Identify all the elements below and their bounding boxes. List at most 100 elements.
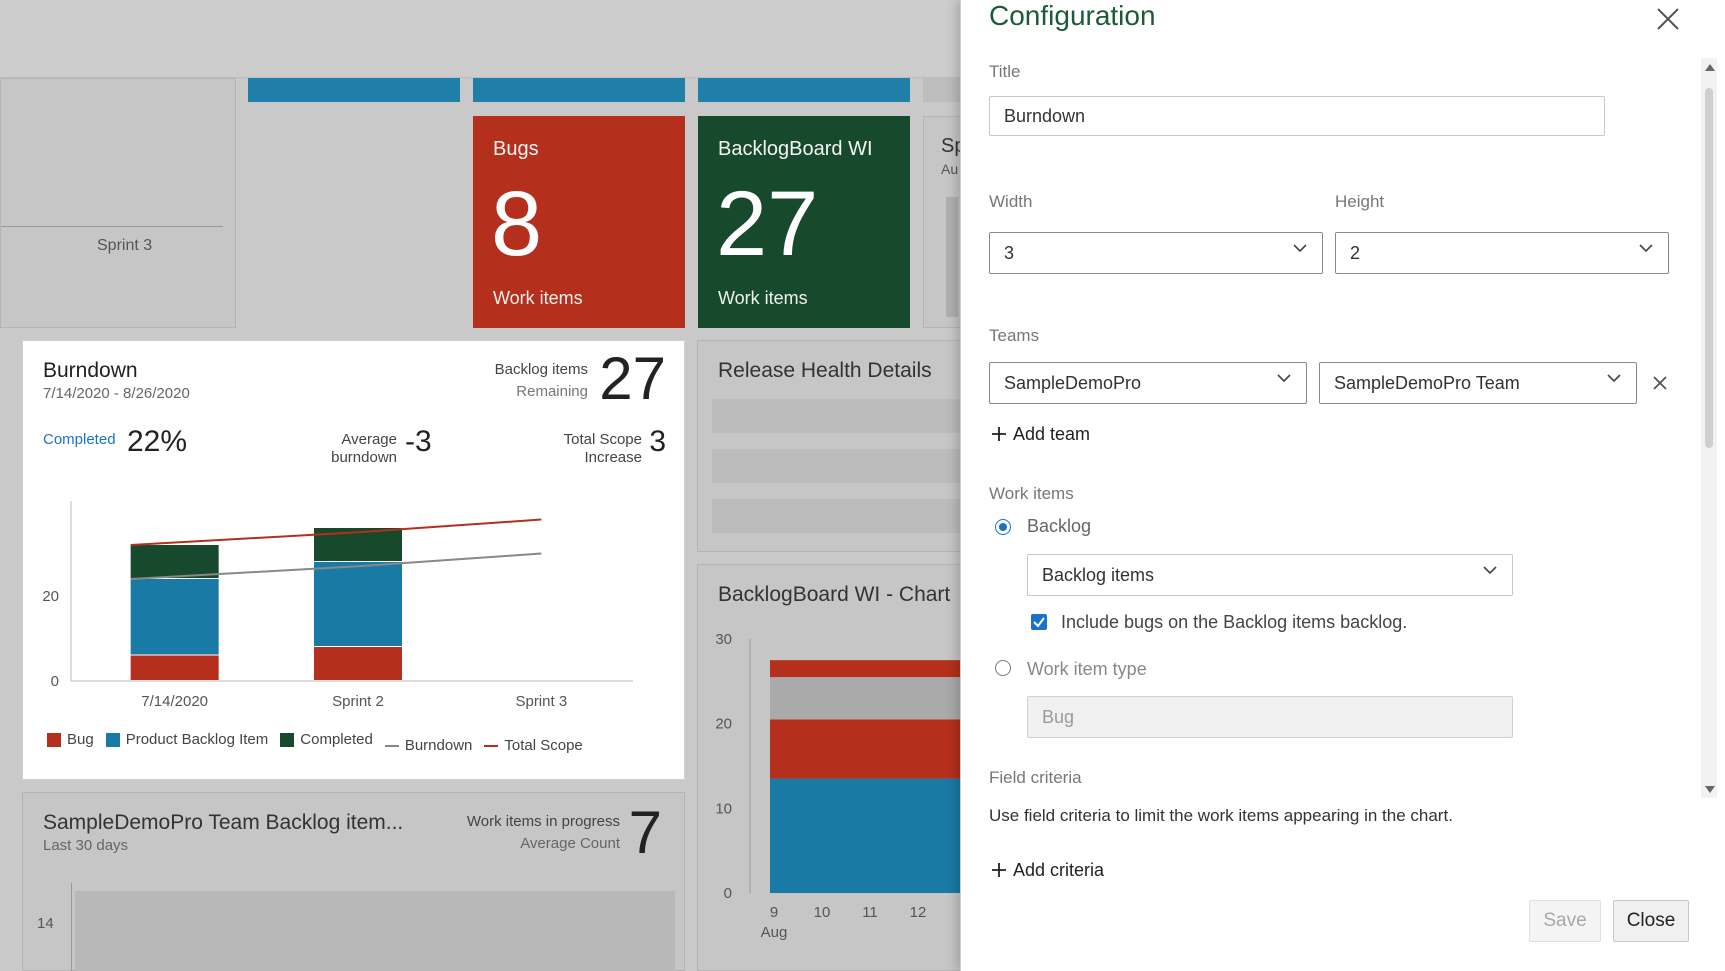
panel-title: Configuration (989, 0, 1156, 31)
x-sub-label: Aug (761, 924, 788, 941)
remaining-value: 27 (599, 345, 666, 412)
project-select[interactable]: SampleDemoPro (989, 362, 1307, 404)
legend-swatch (384, 744, 399, 747)
bugs-tile-sub: Work items (493, 288, 583, 308)
width-value: 3 (1004, 243, 1015, 263)
backlog-option-label: Backlog (1027, 516, 1092, 536)
remove-team-icon[interactable] (1651, 374, 1669, 392)
remaining-label-1: Backlog items (494, 361, 588, 378)
dashboard-header (0, 0, 970, 78)
team-select[interactable]: SampleDemoPro Team (1319, 362, 1637, 404)
completed-label: Completed (43, 431, 116, 448)
backlog-select[interactable]: Backlog items (1027, 554, 1513, 596)
chevron-down-icon (1483, 566, 1497, 575)
work-item-type-label: Work item type (1027, 659, 1147, 679)
backlog-wi-chart: 0 10 20 30 9 10 11 12 Aug (715, 631, 978, 941)
scroll-down-icon[interactable] (1705, 786, 1715, 793)
bar-segment (770, 719, 978, 779)
add-criteria-label: Add criteria (1013, 859, 1105, 880)
legend-label: Total Scope (504, 737, 583, 754)
close-button[interactable]: Close (1613, 900, 1689, 942)
legend-swatch (47, 732, 61, 747)
save-button[interactable]: Save (1529, 900, 1601, 942)
bar-segment (130, 579, 219, 655)
scope-label-1: Total Scope (563, 431, 642, 448)
remaining-label-2: Remaining (516, 383, 588, 400)
avg-value: -3 (405, 425, 432, 458)
backlog-chart-tile[interactable]: BacklogBoard WI - Chart 0 10 20 30 9 10 11 12 Au… (697, 564, 978, 971)
configuration-panel: Configuration Title Width 3 Height 2 Tea… (960, 0, 1725, 971)
burndown-tile[interactable]: Burndown 7/14/2020 - 8/26/2020 Backlog i… (22, 340, 685, 780)
height-select[interactable]: 2 (1335, 232, 1669, 274)
release-health-row (712, 499, 976, 533)
width-select[interactable]: 3 (989, 232, 1323, 274)
bar-segment (130, 545, 219, 578)
height-value: 2 (1350, 243, 1361, 263)
plus-icon (992, 863, 1006, 877)
backlog-radio[interactable] (995, 519, 1011, 535)
x-tick-label: 10 (814, 904, 831, 921)
legend-label: Burndown (404, 737, 473, 754)
backlog-select-value: Backlog items (1042, 565, 1155, 585)
tile-strip (248, 78, 460, 102)
team-backlog-title: SampleDemoPro Team Backlog item... (43, 811, 404, 834)
legend-label: Completed (300, 731, 373, 748)
avg-label-1: Average (341, 431, 397, 448)
legend-item: Completed (280, 731, 373, 748)
team-backlog-y-tick: 14 (37, 915, 54, 932)
completed-value: 22% (127, 425, 188, 458)
chevron-down-icon (1277, 374, 1291, 383)
x-tick-label: 11 (862, 904, 878, 921)
scroll-up-icon[interactable] (1705, 64, 1715, 71)
release-health-row (712, 449, 976, 483)
sprint-partial-bar (946, 197, 958, 317)
wip-label-1: Work items in progress (466, 813, 620, 830)
release-health-tile[interactable]: Release Health Details (697, 340, 977, 552)
chevron-down-icon (1293, 244, 1307, 253)
add-criteria-button[interactable]: Add criteria (991, 858, 1104, 882)
add-team-label: Add team (1013, 423, 1091, 444)
wip-label-2: Average Count (520, 835, 620, 852)
legend-item: Total Scope (484, 737, 583, 754)
x-tick-label: Sprint 3 (515, 693, 567, 710)
release-health-title: Release Health Details (718, 359, 932, 382)
y-tick-label: 20 (42, 588, 59, 605)
work-item-type-select[interactable]: Bug (1027, 696, 1513, 738)
chevron-down-icon (1607, 374, 1621, 383)
legend-item: Bug (47, 731, 94, 748)
title-label: Title (989, 62, 1021, 81)
bugs-tile-title: Bugs (493, 138, 539, 160)
scope-value: 3 (649, 425, 666, 458)
close-icon[interactable] (1653, 6, 1683, 36)
team-backlog-tile[interactable]: SampleDemoPro Team Backlog item... Last … (22, 792, 685, 971)
scope-label-2: Increase (584, 449, 642, 466)
burndown-legend: Bug Product Backlog Item Completed Burndown… (47, 731, 667, 754)
bar-segment (770, 677, 978, 720)
chevron-down-icon (1639, 244, 1653, 253)
wip-value: 7 (628, 799, 662, 866)
y-tick-label: 20 (715, 716, 732, 733)
y-tick-label: 30 (715, 631, 732, 648)
scroll-thumb[interactable] (1705, 88, 1713, 448)
title-input[interactable] (989, 96, 1605, 136)
team-backlog-area (75, 891, 675, 971)
work-item-type-value: Bug (1042, 707, 1075, 727)
y-tick-label: 0 (51, 673, 59, 690)
legend-label: Bug (67, 731, 94, 748)
work-item-type-radio[interactable] (995, 660, 1011, 676)
backlog-tile[interactable]: BacklogBoard WI 27 Work items (698, 116, 910, 328)
add-team-button[interactable]: Add team (991, 422, 1090, 446)
x-tick-label: 7/14/2020 (141, 693, 208, 710)
include-bugs-checkbox[interactable] (1031, 614, 1047, 630)
bar-segment (130, 655, 219, 680)
bugs-tile[interactable]: Bugs 8 Work items (473, 116, 685, 328)
legend-item: Product Backlog Item (105, 731, 269, 748)
legend-swatch (484, 744, 499, 747)
project-value: SampleDemoPro (1004, 373, 1142, 393)
sprint-tile[interactable]: Sprint 3 (0, 78, 236, 328)
bar-segment (314, 562, 402, 646)
legend-label: Product Backlog Item (125, 731, 269, 748)
tile-strip (473, 78, 685, 102)
teams-label: Teams (989, 326, 1040, 345)
panel-scrollbar[interactable] (1701, 58, 1717, 798)
